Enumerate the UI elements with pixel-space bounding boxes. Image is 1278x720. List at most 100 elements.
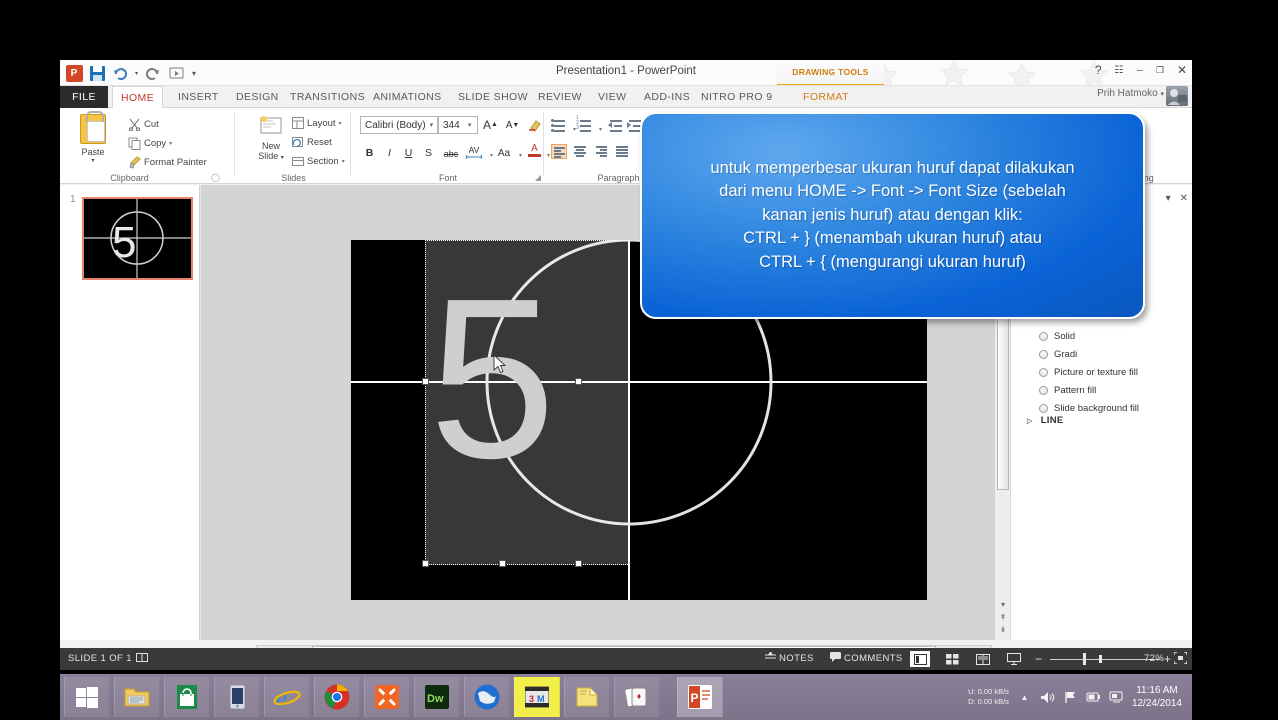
numbering-icon[interactable]: 123 [576,116,593,133]
slide-sorter-button[interactable] [942,651,962,667]
section-dropdown-icon[interactable]: ▾ [342,158,345,165]
movie-maker-icon[interactable]: 3M [514,677,560,717]
radio-pattern[interactable] [1039,386,1048,395]
ribbon-display-options-icon[interactable]: ☷ [1115,65,1124,76]
comments-button[interactable]: COMMENTS [830,648,903,670]
grow-font-button[interactable]: A ▲ [482,116,499,133]
clock[interactable]: 11:16 AM 12/24/2014 [1132,684,1188,710]
fill-option-solid[interactable]: Solid [1039,331,1075,342]
fill-option-gradient[interactable]: Gradi [1039,349,1077,360]
solitaire-icon[interactable] [614,677,660,717]
paste-button[interactable]: Paste ▾ [70,111,116,164]
layout-dropdown-icon[interactable]: ▾ [339,120,342,127]
zoom-level-label[interactable]: 72% [1144,648,1164,670]
zoom-out-button[interactable]: − [1035,648,1042,670]
italic-button[interactable]: I [381,144,398,161]
radio-gradient[interactable] [1039,350,1048,359]
font-family-dropdown-icon[interactable]: ▾ [426,121,437,129]
zoom-slider-handle[interactable] [1083,653,1086,665]
tab-insert[interactable]: INSERT [170,86,227,108]
tab-file[interactable]: FILE [60,86,108,108]
format-pane-close-icon[interactable]: ✕ [1180,193,1188,204]
format-pane-header[interactable]: ▾ ✕ [1166,193,1188,204]
tab-design[interactable]: DESIGN [228,86,287,108]
tab-slide-show[interactable]: SLIDE SHOW [450,86,536,108]
tab-view[interactable]: VIEW [590,86,634,108]
decrease-indent-icon[interactable] [608,118,624,133]
xmind-icon[interactable] [364,677,410,717]
radio-picture[interactable] [1039,368,1048,377]
battery-icon[interactable] [1086,690,1101,705]
format-pane-collapse-icon[interactable]: ▾ [1166,193,1171,204]
flag-icon[interactable] [1063,690,1078,705]
show-hidden-icons[interactable]: ▲ [1017,690,1032,705]
line-section-header[interactable]: ▷ LINE [1027,415,1064,426]
fill-option-picture[interactable]: Picture or texture fill [1039,367,1138,378]
internet-explorer-icon[interactable]: e [264,677,310,717]
bullets-icon[interactable] [551,118,567,133]
font-dialog-launcher[interactable]: ◢ [535,173,541,182]
line-expand-icon[interactable]: ▷ [1027,417,1033,425]
selection-handle-mr[interactable] [575,378,582,385]
bold-button[interactable]: B [361,144,378,161]
section-button[interactable]: Section ▾ [292,155,345,167]
new-slide-button[interactable]: New Slide ▾ [248,115,294,161]
underline-button[interactable]: U [400,144,417,161]
tab-nitro-pro[interactable]: NITRO PRO 9 [693,86,781,108]
previous-slide-icon[interactable]: ↟ [998,613,1008,623]
sticky-notes-icon[interactable] [564,677,610,717]
google-earth-icon[interactable] [464,677,510,717]
zoom-in-button[interactable]: + [1164,648,1171,670]
font-family-combobox[interactable]: Calibri (Body) ▾ [360,116,438,134]
tab-review[interactable]: REVIEW [530,86,590,108]
callout-balloon[interactable]: untuk memperbesar ukuran huruf dapat dil… [640,112,1145,319]
font-size-dropdown-icon[interactable]: ▾ [464,121,476,129]
window-controls[interactable]: ? ☷ ─ ❐ ✕ [1095,63,1187,77]
strikethrough-button[interactable]: abc [440,145,462,162]
avatar[interactable] [1166,86,1188,106]
network-icon[interactable] [1109,690,1124,705]
font-size-combobox[interactable]: 344 ▾ [438,116,478,134]
file-explorer-icon[interactable] [114,677,160,717]
character-spacing-button[interactable]: AV [464,143,484,160]
slide-indicator[interactable]: SLIDE 1 OF 1 [68,648,132,670]
tab-format[interactable]: FORMAT [795,86,857,108]
phone-companion-icon[interactable] [214,677,260,717]
slide-thumbnail-1[interactable]: 5 [82,197,193,280]
windows-store-icon[interactable] [164,677,210,717]
tab-add-ins[interactable]: ADD-INS [636,86,698,108]
system-tray[interactable]: U: 0.00 kB/s D: 0.00 kB/s ▲ 11:16 AM 12/… [968,674,1188,720]
clear-formatting-icon[interactable] [526,116,543,133]
radio-slide-background[interactable] [1039,404,1048,413]
radio-solid[interactable] [1039,332,1048,341]
restore-button[interactable]: ❐ [1156,65,1164,76]
slideshow-view-button[interactable] [1004,651,1024,667]
tab-transitions[interactable]: TRANSITIONS [282,86,373,108]
start-button[interactable] [64,677,110,717]
reset-button[interactable]: Reset [292,136,332,148]
copy-dropdown-icon[interactable]: ▾ [169,140,172,147]
google-chrome-icon[interactable] [314,677,360,717]
numbering-dropdown-icon[interactable]: ▾ [592,121,609,138]
align-center-icon[interactable] [572,144,588,159]
selection-handle-ml[interactable] [422,378,429,385]
selection-handle-bc[interactable] [499,560,506,567]
user-account[interactable]: Prih Hatmoko ▾ [1097,88,1164,99]
selection-handle-bl[interactable] [422,560,429,567]
normal-view-button[interactable] [910,651,930,667]
tab-animations[interactable]: ANIMATIONS [365,86,450,108]
volume-icon[interactable] [1040,690,1055,705]
shrink-font-button[interactable]: A ▼ [504,117,521,134]
format-painter-button[interactable]: Format Painter [128,156,207,169]
help-icon[interactable]: ? [1095,63,1102,77]
cut-button[interactable]: Cut [128,118,159,131]
align-right-icon[interactable] [593,144,609,159]
fill-option-slide-background[interactable]: Slide background fill [1039,403,1139,414]
next-slide-icon[interactable]: ↡ [998,625,1008,635]
copy-button[interactable]: Copy ▾ [128,137,172,150]
language-icon[interactable] [136,648,149,670]
clipboard-dialog-launcher[interactable]: ◯ [211,173,220,182]
fit-to-window-button[interactable] [1173,648,1188,670]
selection-handle-br[interactable] [575,560,582,567]
tab-home[interactable]: HOME [112,86,164,109]
